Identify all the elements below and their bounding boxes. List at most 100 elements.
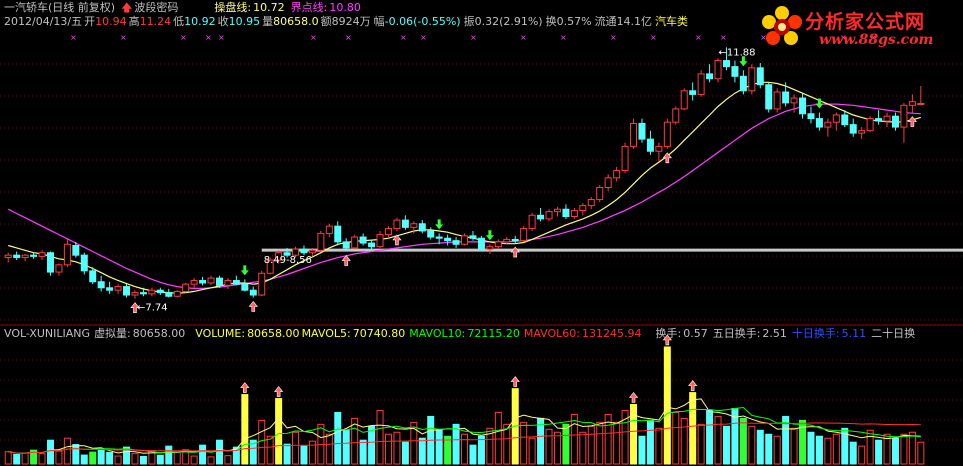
candle bbox=[55, 263, 63, 276]
turnover-value: 0.57% bbox=[556, 15, 592, 28]
candle bbox=[799, 93, 807, 119]
volume-bar bbox=[139, 455, 147, 465]
candle-body bbox=[359, 236, 367, 244]
candle-body bbox=[215, 277, 223, 286]
stock-title: 一汽轿车(日线 前复权) bbox=[4, 1, 116, 14]
candle bbox=[756, 63, 764, 89]
candle-body bbox=[46, 252, 54, 273]
change-value: -0.06(-0.55%) bbox=[384, 15, 461, 28]
candle-body bbox=[908, 101, 916, 106]
vol-up-arrow-icon bbox=[510, 376, 520, 387]
volume-bar bbox=[866, 429, 874, 465]
candle-body bbox=[841, 114, 849, 126]
indicator-name[interactable]: 波段密码 bbox=[134, 1, 178, 14]
candle-body bbox=[461, 235, 469, 245]
candle-body bbox=[165, 292, 173, 297]
candle-body bbox=[477, 237, 485, 250]
candle bbox=[165, 288, 173, 298]
candle bbox=[30, 252, 38, 259]
candle bbox=[545, 209, 553, 222]
candle-body bbox=[21, 254, 29, 259]
candle-body bbox=[807, 113, 815, 120]
volume-bar bbox=[765, 433, 773, 465]
high-value: 11.24 bbox=[139, 15, 172, 28]
candle-body bbox=[30, 254, 38, 257]
volume-bar bbox=[756, 429, 764, 465]
volume-bar bbox=[807, 431, 815, 465]
marker-x: × bbox=[180, 33, 187, 42]
candle-body bbox=[680, 90, 688, 110]
volume-bar bbox=[646, 419, 654, 465]
volume-bar bbox=[224, 455, 232, 465]
volume-bar bbox=[900, 433, 908, 465]
candle-body bbox=[114, 286, 122, 291]
candle-body bbox=[89, 270, 97, 283]
volume-bar bbox=[739, 417, 747, 465]
vol-indicator-name[interactable]: VOL-XUNILIANG bbox=[4, 327, 90, 340]
up-arrow-icon: 🡅 bbox=[121, 1, 133, 14]
candle bbox=[663, 118, 671, 149]
candle-body bbox=[469, 235, 477, 239]
candle-body bbox=[714, 60, 722, 80]
signals bbox=[130, 56, 917, 313]
candle bbox=[63, 239, 71, 268]
candle-body bbox=[334, 225, 342, 243]
volume-bar bbox=[207, 456, 215, 465]
candle-body bbox=[891, 115, 899, 128]
volume-bar bbox=[714, 415, 722, 465]
amount-label: 额 bbox=[320, 15, 332, 28]
low-value: 10.92 bbox=[184, 15, 216, 28]
candle bbox=[537, 208, 545, 222]
candle-body bbox=[182, 283, 190, 292]
float-label: 流通 bbox=[594, 15, 617, 28]
candle-body bbox=[55, 264, 63, 273]
candle bbox=[258, 270, 266, 297]
marker-x: × bbox=[120, 33, 127, 42]
sell-arrow-icon bbox=[815, 98, 824, 109]
marker-x: × bbox=[560, 33, 567, 42]
volume-bar bbox=[63, 437, 71, 465]
marker-x: × bbox=[650, 33, 657, 42]
annotations: ←11.88 ←7.74 8.49-8.56 bbox=[137, 47, 756, 313]
candle bbox=[368, 239, 376, 250]
cao-pan-label: 操盘线: bbox=[214, 1, 252, 14]
candle bbox=[891, 112, 899, 131]
candle bbox=[562, 204, 570, 219]
candles bbox=[4, 47, 925, 299]
volume-bar bbox=[528, 437, 536, 465]
volume-bar bbox=[630, 404, 638, 465]
candle bbox=[706, 64, 714, 83]
candle-body bbox=[799, 97, 807, 115]
volume-bar bbox=[655, 427, 663, 465]
candle-body bbox=[756, 67, 764, 86]
volume-bar bbox=[165, 445, 173, 465]
candle-body bbox=[545, 211, 553, 220]
close-label: 收 bbox=[217, 15, 229, 28]
candle-body bbox=[452, 240, 460, 245]
volume-bar bbox=[241, 394, 249, 465]
candle bbox=[384, 226, 392, 239]
candle bbox=[638, 118, 646, 143]
volume-bar bbox=[469, 444, 477, 465]
volume-value: 80658.00 bbox=[247, 327, 300, 340]
volume-bar bbox=[334, 411, 342, 465]
candle-body bbox=[131, 292, 139, 296]
level-label: 8.49-8.56 bbox=[264, 255, 312, 266]
trough-label: ←7.74 bbox=[137, 303, 168, 314]
candle bbox=[376, 230, 384, 248]
mavol10-value: 72115.20 bbox=[467, 327, 520, 340]
candle bbox=[123, 284, 131, 298]
chart-canvas[interactable]: × × × × × × × × × × × × × × × × × × ×←11.88←7.748.49-8.56 bbox=[0, 0, 963, 466]
volume-bar bbox=[131, 453, 139, 465]
candle bbox=[672, 106, 680, 125]
candle-body bbox=[520, 228, 528, 242]
volume-bar bbox=[114, 455, 122, 465]
volume-bar bbox=[418, 437, 426, 465]
sector-label: 汽车类 bbox=[655, 15, 689, 28]
candle-body bbox=[672, 108, 680, 123]
candle bbox=[807, 106, 815, 124]
volume-bar bbox=[638, 435, 646, 465]
volume-bar bbox=[156, 454, 164, 465]
candle-body bbox=[13, 254, 21, 259]
candle bbox=[900, 102, 908, 143]
